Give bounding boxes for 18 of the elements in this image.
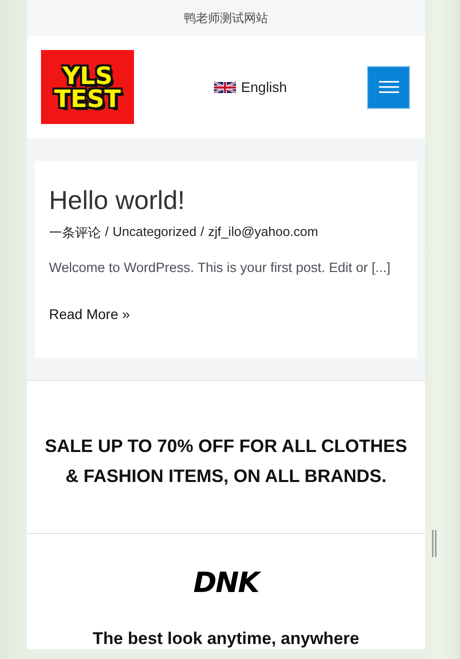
brand-logo: DNK <box>193 566 259 599</box>
meta-link[interactable]: Uncategorized <box>112 224 196 242</box>
meta-separator: / <box>200 224 204 241</box>
post-title[interactable]: Hello world! <box>49 185 403 216</box>
resize-handle[interactable] <box>432 530 438 557</box>
site-logo[interactable]: YLS TEST <box>41 50 134 124</box>
meta-link[interactable]: zjf_ilo@yahoo.com <box>208 224 318 242</box>
language-link[interactable]: English <box>241 79 287 95</box>
sale-headline: SALE UP TO 70% OFF FOR ALL CLOTHES & FASHION ITEMS, ON ALL BRANDS. <box>44 435 408 488</box>
site-title: 鸭老师测试网站 <box>184 10 268 26</box>
post-excerpt: Welcome to WordPress. This is your first post. Edit or [...] <box>49 260 392 275</box>
menu-button[interactable] <box>367 66 410 108</box>
flag-icon <box>214 80 236 94</box>
meta-link[interactable]: 一条评论 <box>49 224 101 242</box>
meta-separator: / <box>105 224 109 241</box>
menu-icon <box>378 79 398 95</box>
read-more-link[interactable]: Read More » <box>49 306 130 322</box>
brand-tagline: The best look anytime, anywhere <box>92 629 360 649</box>
